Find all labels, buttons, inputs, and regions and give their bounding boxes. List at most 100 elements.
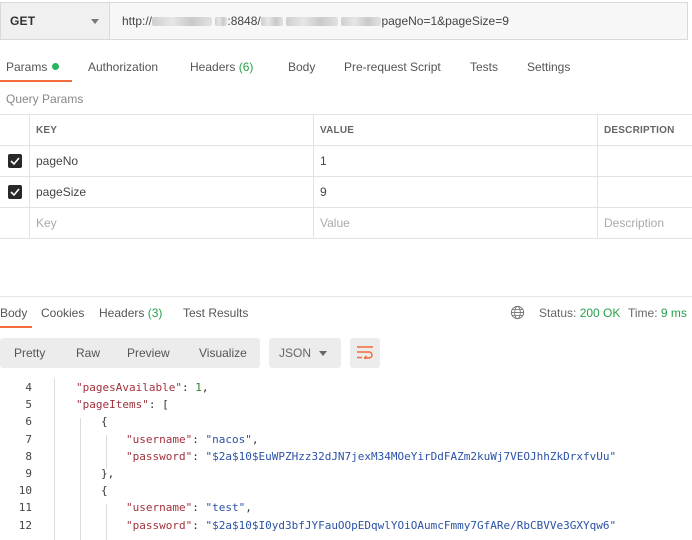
code-line: 7 "username": "nacos", — [0, 433, 692, 450]
response-headers-count-badge: (3) — [147, 306, 163, 320]
row-checkbox[interactable] — [0, 177, 30, 207]
response-tab-body[interactable]: Body — [0, 306, 27, 320]
tab-authorization[interactable]: Authorization — [88, 60, 158, 74]
response-tab-cookies[interactable]: Cookies — [41, 306, 84, 320]
json-key: "password" — [126, 518, 193, 532]
json-separator: : — [181, 381, 196, 394]
pretty-button[interactable]: Pretty — [14, 346, 45, 360]
param-value-input[interactable]: 1 — [314, 146, 598, 176]
column-header-description: DESCRIPTION — [604, 124, 675, 136]
empty-check-cell — [0, 208, 30, 238]
json-value: "$2a$10$EuWPZHzz32dJN7jexM34MOeYirDdFAZm… — [205, 449, 617, 463]
param-key-input[interactable]: pageNo — [30, 146, 314, 176]
format-select[interactable]: JSON — [269, 338, 341, 368]
line-number: 10 — [18, 484, 32, 498]
json-value: "test" — [205, 501, 246, 515]
method-select[interactable]: GET — [0, 2, 110, 40]
preview-button[interactable]: Preview — [127, 346, 170, 360]
code-line: 9}, — [0, 467, 692, 484]
param-description-input[interactable] — [598, 177, 692, 207]
tab-body[interactable]: Body — [288, 60, 315, 74]
response-view-toolbar: Pretty Raw Preview Visualize — [0, 338, 260, 368]
tab-settings[interactable]: Settings — [527, 60, 570, 74]
active-tab-indicator — [0, 80, 72, 82]
code-text: "username": "nacos", — [126, 433, 258, 446]
chevron-down-icon — [91, 19, 99, 24]
tab-headers-label: Headers — [190, 60, 236, 74]
wrap-lines-button[interactable] — [350, 338, 380, 368]
table-row-new: Key Value Description — [0, 208, 692, 239]
line-number: 11 — [18, 501, 32, 515]
code-line: 8 "password": "$2a$10$EuWPZHzz32dJN7jexM3… — [0, 450, 692, 467]
url-query: pageNo=1&pageSize=9 — [381, 14, 509, 28]
json-punctuation: }, — [101, 467, 115, 480]
new-description-input[interactable]: Description — [598, 208, 692, 238]
json-punctuation: { — [101, 484, 108, 498]
visualize-button[interactable]: Visualize — [199, 346, 247, 360]
json-separator: : — [192, 449, 206, 463]
param-description-input[interactable] — [598, 146, 692, 176]
redacted-path-block — [341, 17, 382, 27]
section-divider — [0, 296, 692, 297]
code-text: "pagesAvailable": 1, — [76, 381, 208, 394]
table-row: pageSize 9 — [0, 177, 692, 208]
code-line: 6{ — [0, 415, 692, 432]
column-header-key: KEY — [30, 115, 314, 145]
line-number: 4 — [25, 381, 32, 394]
url-port-path: :8848/ — [227, 14, 261, 28]
response-tab-headers[interactable]: Headers (3) — [99, 306, 162, 320]
redacted-host-block — [215, 17, 228, 27]
json-separator: : — [192, 501, 206, 515]
status-label: Status: — [539, 306, 577, 320]
query-params-title: Query Params — [6, 92, 84, 106]
raw-button[interactable]: Raw — [76, 346, 100, 360]
json-value: "nacos" — [205, 432, 252, 446]
code-text: "pageItems": [ — [76, 398, 169, 411]
code-text: { — [101, 415, 108, 428]
line-number: 7 — [25, 432, 32, 446]
request-url-bar: GET http:// :8848/ pageNo=1&pageSize=9 — [0, 0, 692, 44]
param-key-input[interactable]: pageSize — [30, 177, 314, 207]
json-key: "pageItems" — [76, 398, 149, 412]
headers-count-badge: (6) — [238, 60, 254, 74]
tab-tests[interactable]: Tests — [470, 60, 498, 74]
code-text: "password": "$2a$10$I0yd3bfJYFauOOpEDqwl… — [126, 519, 616, 532]
json-punctuation: , — [245, 501, 252, 515]
json-value: "$2a$10$I0yd3bfJYFauOOpEDqwlYOiOAumcFmmy… — [205, 518, 617, 532]
new-key-input[interactable]: Key — [30, 208, 314, 238]
response-tab-test-results[interactable]: Test Results — [183, 306, 248, 320]
json-punctuation: , — [251, 432, 259, 446]
check-icon — [7, 154, 22, 168]
code-line: 10 { — [0, 484, 692, 501]
json-key: "username" — [126, 432, 193, 446]
chevron-down-icon — [319, 351, 327, 356]
code-text: "username": "test", — [126, 501, 252, 514]
query-params-table: KEY VALUE DESCRIPTION pageNo 1 pageSize … — [0, 114, 692, 239]
line-number: 12 — [18, 518, 32, 532]
json-value: 1 — [195, 381, 202, 394]
json-key: "pagesAvailable" — [76, 381, 182, 394]
json-punctuation: [ — [162, 398, 169, 412]
redacted-host-block — [152, 17, 213, 27]
new-value-input[interactable]: Value — [314, 208, 598, 238]
response-body-code[interactable]: 4 "pagesAvailable": 1, 5 "pageItems": [6{7 "… — [0, 378, 692, 540]
wrap-lines-icon — [356, 345, 374, 362]
tab-prerequest-script[interactable]: Pre-request Script — [344, 60, 441, 74]
tab-params[interactable]: Params — [6, 60, 60, 74]
tab-headers[interactable]: Headers (6) — [190, 60, 253, 74]
json-separator: : — [192, 518, 206, 532]
request-tabs: Params Authorization Headers (6) Body Pr… — [0, 52, 692, 82]
url-prefix: http:// — [122, 14, 153, 28]
table-header-row: KEY VALUE DESCRIPTION — [0, 115, 692, 146]
json-separator: : — [192, 432, 206, 446]
row-checkbox[interactable] — [0, 146, 30, 176]
code-text: }, — [101, 467, 114, 480]
param-value-input[interactable]: 9 — [314, 177, 598, 207]
column-header-value: VALUE — [314, 115, 598, 145]
url-input[interactable]: http:// :8848/ pageNo=1&pageSize=9 — [110, 2, 688, 40]
globe-icon[interactable] — [510, 305, 525, 323]
code-line: 12 "password": "$2a$10$I0yd3bfJYFauOOpEDq… — [0, 519, 692, 536]
code-line: 5 "pageItems": [ — [0, 398, 692, 415]
tab-params-label: Params — [6, 60, 48, 74]
redacted-path-block — [260, 17, 283, 27]
